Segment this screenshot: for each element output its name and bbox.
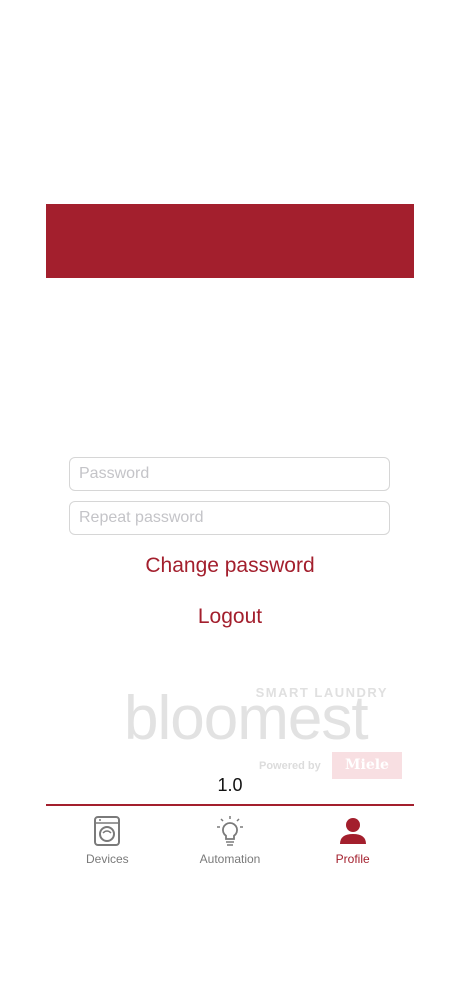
password-input[interactable] bbox=[69, 457, 390, 491]
repeat-password-input[interactable] bbox=[69, 501, 390, 535]
person-icon bbox=[339, 818, 366, 844]
lightbulb-icon bbox=[217, 816, 243, 846]
tab-automation-label: Automation bbox=[199, 852, 261, 866]
bloomest-logo: SMART LAUNDRY bloomest Powered by Miele bbox=[124, 684, 406, 784]
tab-profile-label: Profile bbox=[335, 852, 370, 866]
tab-profile[interactable]: Profile bbox=[291, 806, 414, 870]
bottom-tab-bar: Devices Automation Profile bbox=[46, 804, 414, 870]
washing-machine-icon bbox=[94, 816, 121, 846]
logo-wordmark: bloomest bbox=[124, 684, 369, 753]
logout-button[interactable]: Logout bbox=[0, 605, 460, 629]
app-version: 1.0 bbox=[217, 775, 243, 795]
change-password-button[interactable]: Change password bbox=[0, 554, 460, 578]
tab-devices-label: Devices bbox=[85, 852, 129, 866]
tab-automation[interactable]: Automation bbox=[169, 806, 292, 870]
powered-by-label: Powered by bbox=[259, 760, 321, 772]
tab-devices[interactable]: Devices bbox=[46, 806, 169, 870]
header-banner bbox=[46, 204, 414, 278]
